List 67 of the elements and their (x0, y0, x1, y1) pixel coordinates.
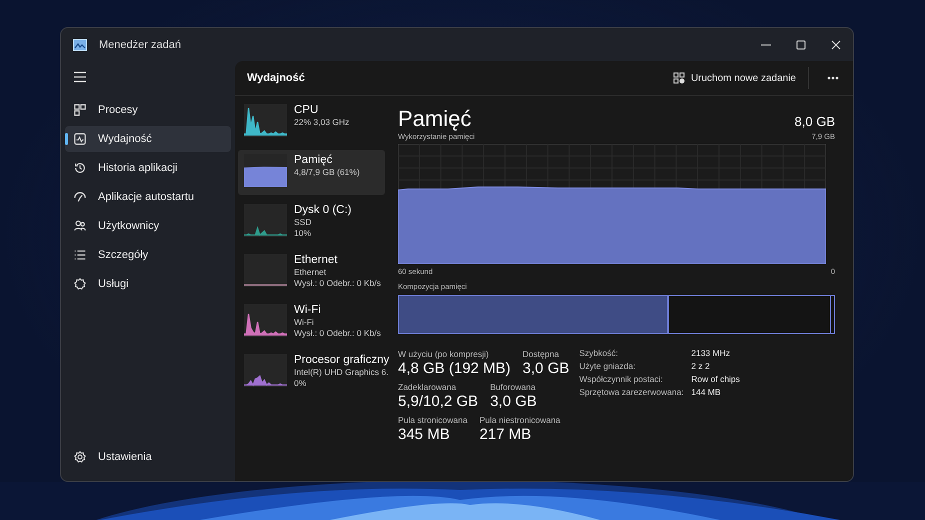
stat-label: Dostępna (522, 349, 560, 359)
device-name: CPU (294, 104, 320, 116)
performance-icon (73, 132, 87, 146)
page-title: Wydajność (247, 72, 305, 84)
stat-label: Pula stronicowana (398, 415, 468, 425)
settings-icon (73, 450, 87, 464)
property-value: 2 z 2 (691, 361, 711, 371)
stat-value: 3,0 GB (490, 393, 537, 410)
stat-label: W użyciu (po kompresji) (398, 349, 490, 359)
device-detail: Wi-Fi (294, 317, 315, 327)
device-name: Ethernet (294, 254, 338, 266)
device-detail: 4,8/7,9 GB (61%) (294, 167, 360, 177)
device-detail: 22% 3,03 GHz (294, 117, 350, 127)
property-label: Szybkość: (579, 348, 619, 358)
device-name: Wi-Fi (294, 304, 322, 316)
window-title: Menedżer zadań (99, 38, 181, 50)
stat-label: Zadeklarowana (398, 382, 458, 392)
sidebar-item[interactable]: Użytkownicy (65, 213, 231, 239)
stat-label: Pula niestronicowana (479, 415, 560, 425)
property-value: 2133 MHz (691, 348, 731, 358)
close-icon (830, 40, 840, 50)
device-name: Pamięć (294, 154, 334, 166)
section-title: Pamięć (398, 106, 472, 132)
stat-label: Buforowana (490, 382, 536, 392)
sidebar-item[interactable]: Wydajność (65, 126, 231, 152)
details-icon (73, 248, 87, 262)
stat-value: 217 MB (479, 426, 532, 443)
total-memory: 8,0 GB (794, 114, 835, 129)
property-label: Współczynnik postaci: (579, 374, 664, 384)
sidebar-item[interactable]: Procesy (65, 97, 231, 123)
sidebar-item[interactable]: Historia aplikacji (65, 155, 231, 181)
stat-value: 3,0 GB (522, 360, 570, 377)
device-item[interactable]: Dysk 0 (C:) SSD 10% (238, 200, 385, 245)
stat-value: 5,9/10,2 GB (398, 393, 478, 410)
services-icon (73, 277, 87, 291)
device-name: Dysk 0 (C:) (294, 204, 352, 216)
device-name: Procesor graficzny (294, 354, 390, 366)
sidebar-item[interactable]: Usługi (65, 271, 231, 297)
sidebar-item[interactable]: Aplikacje autostartu (65, 184, 231, 210)
device-item[interactable]: CPU 22% 3,03 GHz (238, 100, 385, 145)
menu-icon[interactable] (73, 71, 87, 83)
stat-value: 4,8 GB (192 MB) (398, 360, 511, 377)
device-detail: Wysł.: 0 Odebr.: 0 Kb/s (294, 328, 381, 338)
users-icon (73, 219, 87, 233)
sidebar-item[interactable]: Szczegóły (65, 242, 231, 268)
device-detail: SSD (294, 217, 312, 227)
startup-icon (73, 190, 87, 204)
device-detail: 10% (294, 228, 312, 238)
property-label: Sprzętowa zarezerwowana: (579, 387, 685, 397)
property-label: Użyte gniazda: (579, 361, 636, 371)
settings-item[interactable]: Ustawienia (65, 444, 231, 470)
history-icon (73, 161, 87, 175)
run-new-task-button[interactable]: Uruchom nowe zadanie (666, 68, 802, 88)
device-detail: Ethernet (294, 267, 328, 277)
property-value: 144 MB (691, 387, 722, 397)
processes-icon (73, 103, 87, 117)
app-icon (73, 38, 87, 50)
maximize-icon (796, 40, 806, 50)
new-task-icon (672, 72, 685, 84)
device-detail: 0% (294, 378, 308, 388)
stat-value: 345 MB (398, 426, 451, 443)
device-detail: Intel(R) UHD Graphics 6. (294, 367, 390, 377)
device-item[interactable]: Wi-Fi Wi-Fi Wysł.: 0 Odebr.: 0 Kb/s (238, 300, 385, 345)
device-detail: Wysł.: 0 Odebr.: 0 Kb/s (294, 278, 381, 288)
device-item[interactable]: Ethernet Ethernet Wysł.: 0 Odebr.: 0 Kb/s (238, 250, 385, 295)
property-value: Row of chips (691, 374, 740, 384)
device-item[interactable]: Pamięć 4,8/7,9 GB (61%) (238, 150, 385, 195)
